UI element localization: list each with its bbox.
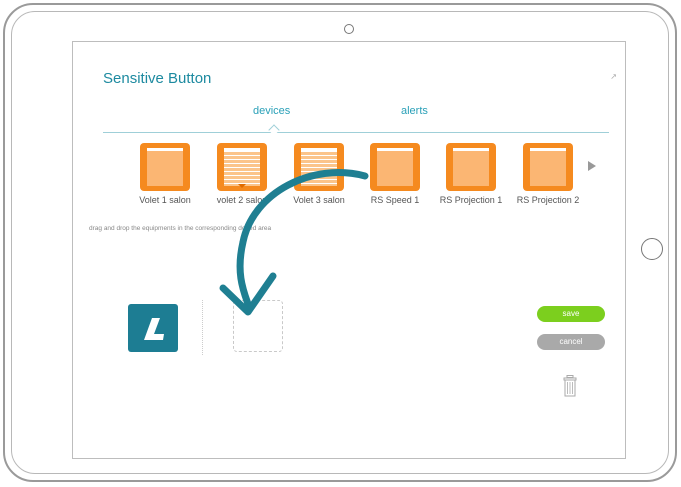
device-item[interactable]: volet 2 salon — [205, 143, 279, 205]
save-button[interactable]: save — [537, 306, 605, 322]
shutter-icon — [523, 143, 573, 191]
next-arrow-icon[interactable] — [588, 161, 596, 171]
device-label: Volet 3 salon — [293, 195, 345, 205]
home-button[interactable] — [641, 238, 663, 260]
trash-icon[interactable] — [563, 375, 577, 402]
device-label: RS Projection 1 — [439, 195, 503, 205]
dotted-divider — [202, 300, 203, 355]
instruction-text: drag and drop the equipments in the corr… — [89, 225, 272, 232]
logo-icon — [128, 304, 178, 352]
active-tab-caret-icon — [268, 124, 280, 136]
device-label: RS Speed 1 — [370, 195, 420, 205]
tab-underline — [103, 132, 609, 133]
expand-icon[interactable]: ↗ — [610, 72, 617, 81]
shutter-icon — [140, 143, 190, 191]
shutter-icon — [446, 143, 496, 191]
page-title: Sensitive Button — [103, 70, 212, 87]
device-label: RS Projection 2 — [516, 195, 580, 205]
shutter-icon — [370, 143, 420, 191]
drag-hint-arrow-icon — [219, 169, 369, 316]
shutter-slats-icon — [294, 143, 344, 191]
camera-icon — [344, 24, 354, 34]
device-item[interactable]: Volet 3 salon — [282, 143, 356, 205]
shutter-slats-icon — [217, 143, 267, 191]
cancel-button[interactable]: cancel — [537, 334, 605, 350]
tab-alerts[interactable]: alerts — [401, 105, 428, 117]
device-label: Volet 1 salon — [139, 195, 191, 205]
app-screen: Sensitive Button ↗ devices alerts Volet … — [72, 41, 626, 459]
device-item[interactable]: RS Projection 2 — [511, 143, 585, 205]
device-label: volet 2 salon — [216, 195, 268, 205]
device-item[interactable]: Volet 1 salon — [128, 143, 202, 205]
tab-devices[interactable]: devices — [253, 105, 290, 117]
device-item[interactable]: RS Speed 1 — [358, 143, 432, 205]
device-item[interactable]: RS Projection 1 — [434, 143, 508, 205]
drop-zone[interactable] — [233, 300, 283, 352]
tablet-frame: Sensitive Button ↗ devices alerts Volet … — [3, 3, 677, 482]
